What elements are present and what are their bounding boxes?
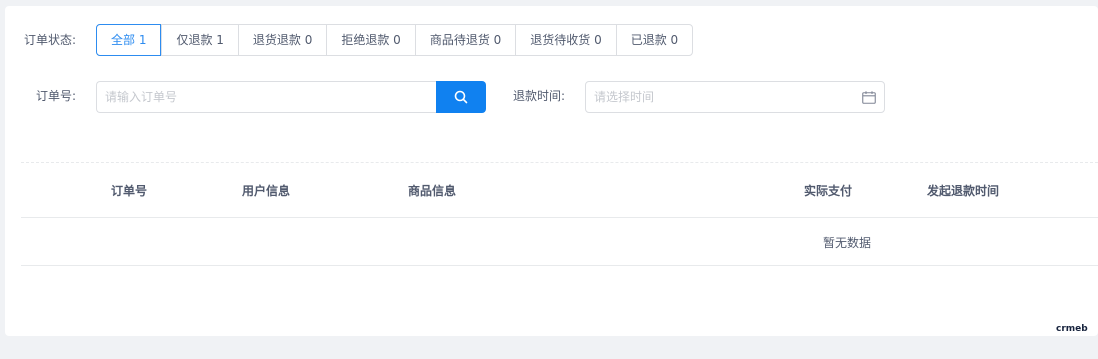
search-icon	[454, 90, 468, 104]
column-header-goods-info: 商品信息	[408, 184, 457, 198]
refund-time-picker[interactable]	[585, 81, 885, 113]
column-header-actual-payment: 实际支付	[804, 184, 853, 198]
column-header-user-info: 用户信息	[242, 184, 291, 198]
tab-refunded[interactable]: 已退款 0	[615, 25, 692, 55]
tab-return-refund[interactable]: 退货退款 0	[237, 25, 326, 55]
calendar-icon	[862, 91, 876, 104]
table-header: 订单号 用户信息 商品信息 实际支付 发起退款时间	[21, 163, 1098, 218]
empty-state-text: 暂无数据	[823, 236, 872, 250]
tab-refund-only[interactable]: 仅退款 1	[161, 25, 237, 55]
column-header-order-number: 订单号	[111, 184, 148, 198]
tab-all[interactable]: 全部 1	[96, 24, 162, 56]
tab-awaiting-receipt[interactable]: 退货待收货 0	[515, 25, 615, 55]
tab-refused[interactable]: 拒绝退款 0	[326, 25, 414, 55]
order-status-label: 订单状态:	[24, 33, 77, 47]
brand-logo: crmeb	[1056, 324, 1088, 334]
order-number-label: 订单号:	[36, 89, 77, 103]
search-button[interactable]	[436, 81, 486, 113]
main-card: 订单状态: 全部 1 仅退款 1 退货退款 0 拒绝退款 0 商品待退货 0 退…	[5, 6, 1098, 336]
order-status-tabs: 全部 1 仅退款 1 退货退款 0 拒绝退款 0 商品待退货 0 退货待收货 0…	[96, 24, 694, 56]
column-header-refund-time: 发起退款时间	[927, 184, 1000, 198]
refund-time-label: 退款时间:	[513, 89, 566, 103]
order-number-input[interactable]	[96, 81, 437, 113]
tab-awaiting-return[interactable]: 商品待退货 0	[414, 25, 515, 55]
table-body: 暂无数据	[21, 218, 1098, 266]
